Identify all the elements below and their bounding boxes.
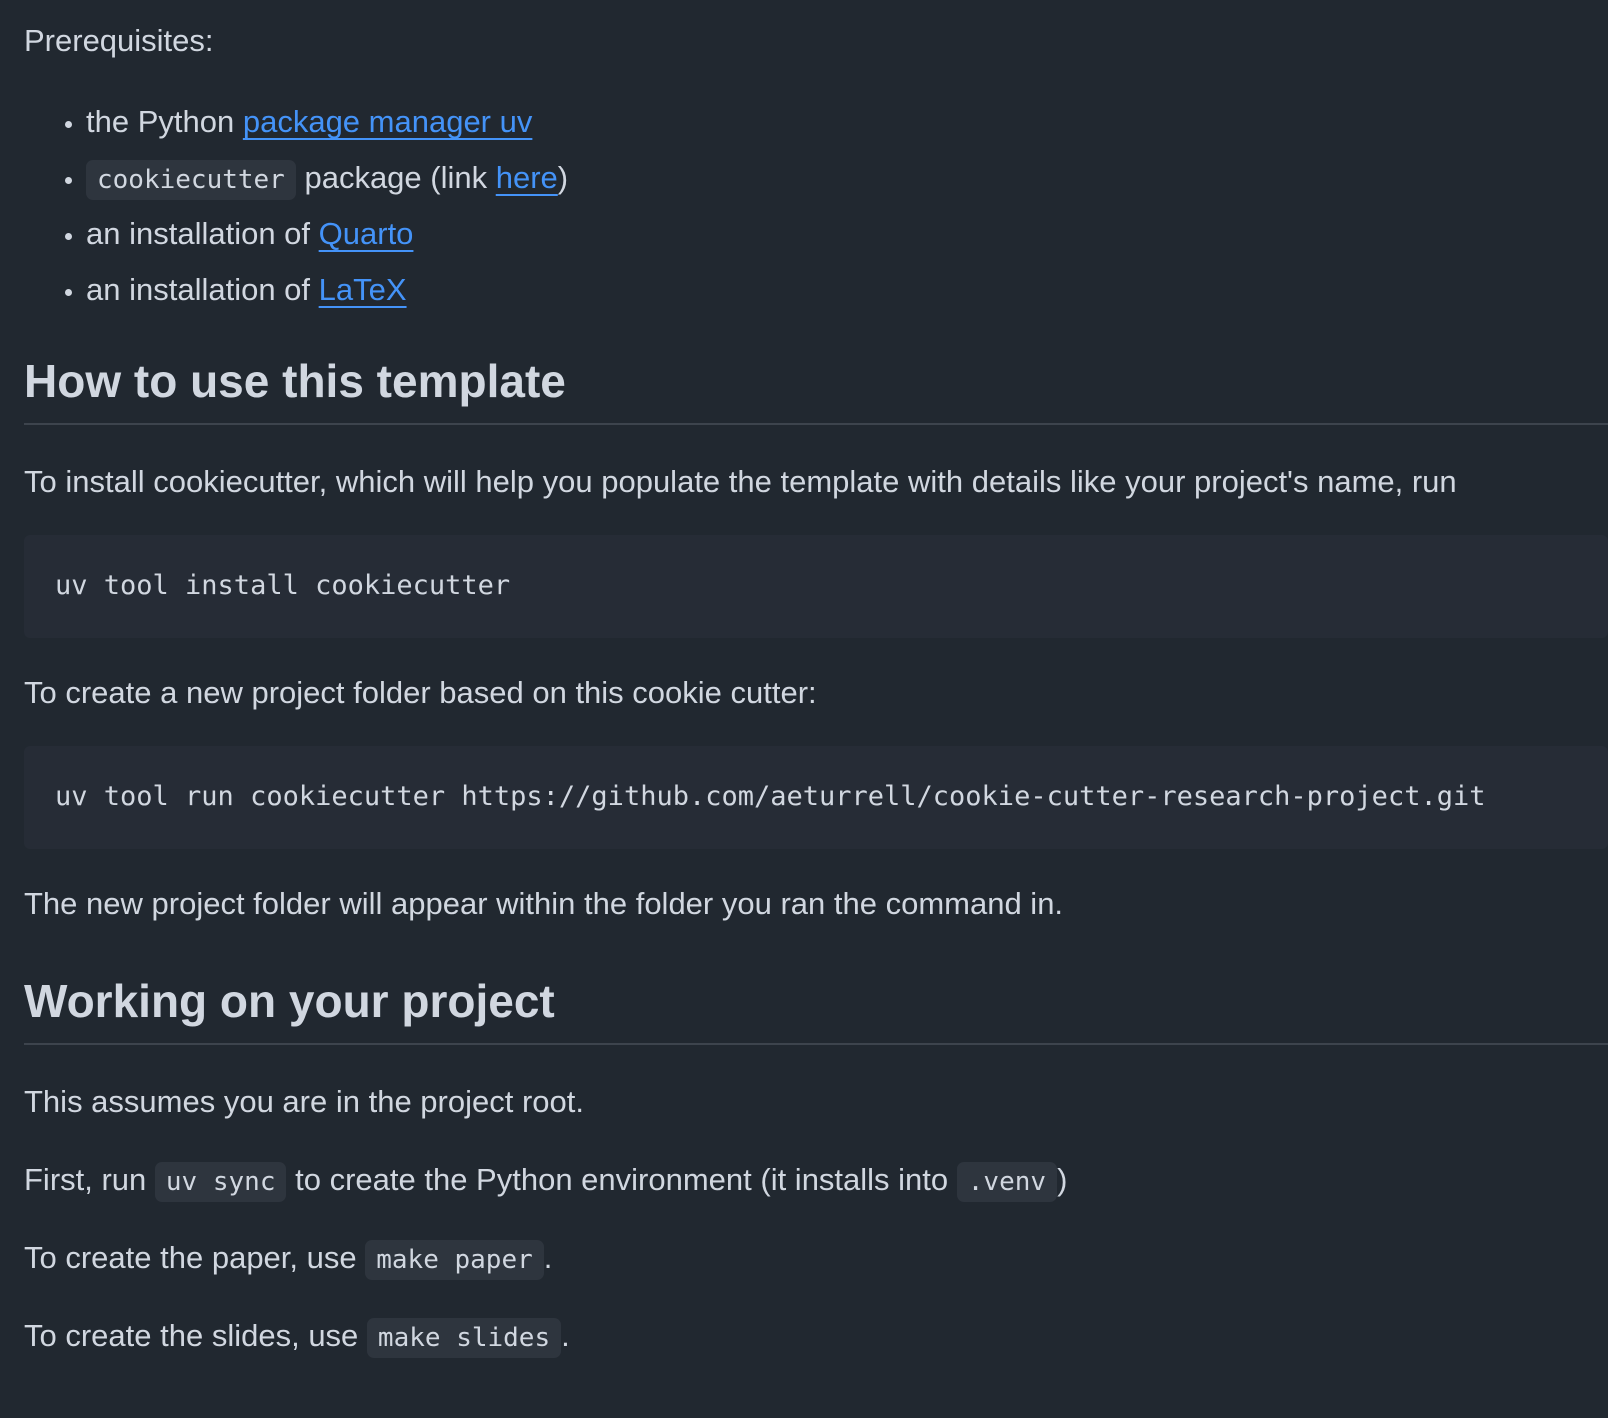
venv-code: .venv [956,1162,1058,1202]
create-paragraph: To create a new project folder based on … [24,675,817,710]
appear-paragraph: The new project folder will appear withi… [24,886,1064,921]
heading-how-to-use: How to use this template [24,351,1608,425]
install-paragraph: To install cookiecutter, which will help… [24,464,1457,499]
quarto-link[interactable]: Quarto [319,216,414,251]
install-code-block: uv tool install cookiecutter [24,535,1608,638]
inline-code: cookiecutter [86,160,296,200]
paragraph-text: to create the Python environment (it ins… [286,1162,957,1197]
paragraph-text: To create the paper, use [24,1240,366,1275]
install-command[interactable]: uv tool install cookiecutter [55,568,510,604]
list-item-text: an installation of [86,216,319,251]
list-item: an installation of LaTeX [86,262,568,318]
latex-link[interactable]: LaTeX [319,272,407,307]
sync-paragraph: First, run uv sync to create the Python … [24,1152,1067,1210]
make-slides-code: make slides [366,1318,562,1358]
heading-working: Working on your project [24,971,1608,1045]
list-item: cookiecutter package (link here) [86,150,568,206]
assume-paragraph: This assumes you are in the project root… [24,1084,584,1119]
slides-paragraph: To create the slides, use make slides. [24,1308,570,1366]
list-item: an installation of Quarto [86,206,568,262]
paragraph-text: To create the slides, use [24,1318,367,1353]
create-code-block: uv tool run cookiecutter https://github.… [24,746,1608,849]
paragraph-text: . [561,1318,570,1353]
list-item-text: the Python [86,104,243,139]
uv-link[interactable]: package manager uv [243,104,533,139]
prerequisites-label: Prerequisites: [24,23,214,58]
list-item-text: an installation of [86,272,319,307]
create-command[interactable]: uv tool run cookiecutter https://github.… [55,779,1485,815]
readme-page: Prerequisites: the Python package manage… [0,0,1608,1418]
list-item-text: ) [557,160,569,195]
list-item: the Python package manager uv [86,94,568,150]
make-paper-code: make paper [365,1240,544,1280]
cookiecutter-link[interactable]: here [496,160,558,195]
paragraph-text: . [543,1240,553,1275]
paragraph-text: First, run [24,1162,155,1197]
prerequisites-list: the Python package manager uv cookiecutt… [24,94,568,318]
paragraph-text: ) [1057,1162,1068,1197]
list-item-text: package (link [295,160,496,195]
paper-paragraph: To create the paper, use make paper. [24,1230,552,1288]
uv-sync-code: uv sync [154,1162,287,1202]
